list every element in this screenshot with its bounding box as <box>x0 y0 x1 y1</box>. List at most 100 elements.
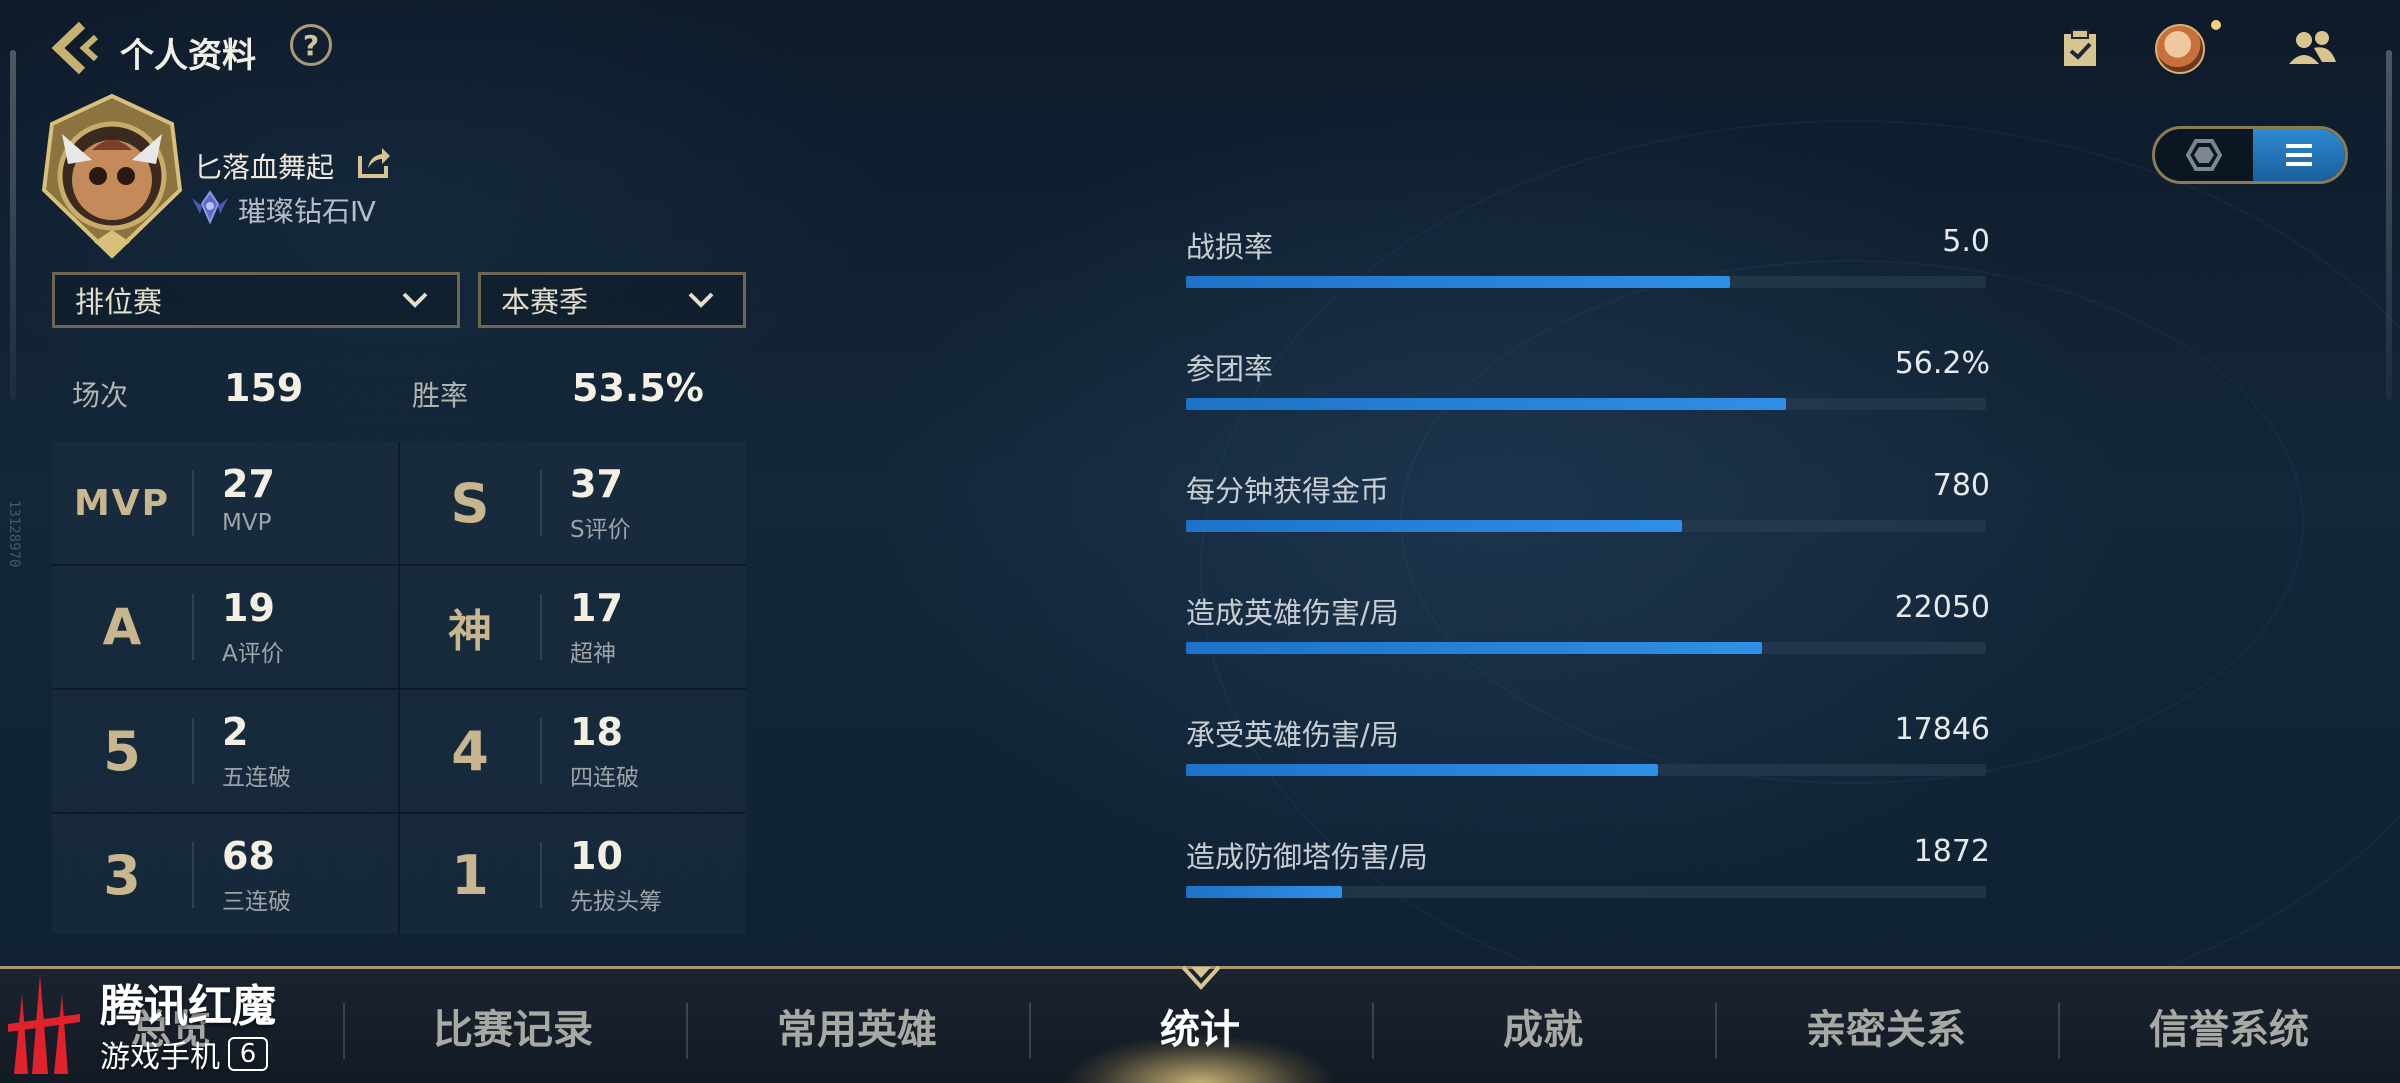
a-rating-badge-icon: A <box>102 598 142 656</box>
stat-value: 17 <box>570 586 623 630</box>
metric-value: 1872 <box>1913 834 1990 869</box>
stat-value: 10 <box>570 834 623 878</box>
share-icon <box>358 148 390 178</box>
list-view-button[interactable] <box>2253 129 2345 181</box>
view-mode-toggle[interactable] <box>2152 126 2348 184</box>
cell-divider <box>192 470 194 536</box>
stat-cell-mvp: MVP 27 MVP <box>52 442 398 564</box>
back-arrow-icon <box>51 21 99 75</box>
stat-cell-godlike: 神 17 超神 <box>400 566 746 688</box>
tab-intimacy[interactable]: 亲密关系 <box>1715 969 2057 1083</box>
hexagon-icon <box>2186 139 2222 171</box>
mode-dropdown[interactable]: 排位赛 <box>52 272 460 328</box>
metric-bar-track <box>1186 520 1986 532</box>
stat-value: 19 <box>222 586 275 630</box>
stat-cell-quadra-kill: 4 18 四连破 <box>400 690 746 812</box>
stat-label: 四连破 <box>570 765 639 791</box>
metric-gold-per-minute: 每分钟获得金币 780 <box>1186 468 1990 548</box>
metric-hero-damage-dealt: 造成英雄伤害/局 22050 <box>1186 590 1990 670</box>
side-id-text: 13128970 <box>6 500 22 568</box>
matches-value: 159 <box>224 366 304 410</box>
stat-label: 五连破 <box>222 765 291 791</box>
right-edge-handle <box>2386 50 2392 400</box>
player-name: 匕落血舞起 <box>194 151 335 184</box>
stat-label: 三连破 <box>222 889 291 915</box>
stat-cell-triple-kill: 3 68 三连破 <box>52 814 398 936</box>
cell-divider <box>540 842 542 908</box>
stat-value: 27 <box>222 462 275 506</box>
penta-kill-badge-icon: 5 <box>103 719 141 783</box>
stat-label: 先拔头筹 <box>570 889 662 915</box>
friends-button[interactable] <box>2286 22 2338 74</box>
stat-cell-a-rating: A 19 A评价 <box>52 566 398 688</box>
stat-label: MVP <box>222 510 272 536</box>
tab-frequent-heroes[interactable]: 常用英雄 <box>686 969 1028 1083</box>
metric-label: 造成防御塔伤害/局 <box>1186 840 1428 874</box>
s-rating-badge-icon: S <box>450 471 490 535</box>
metric-bar-fill <box>1186 520 1682 532</box>
metric-teamfight-rate: 参团率 56.2% <box>1186 346 1990 426</box>
notification-dot <box>2211 20 2221 30</box>
metric-bar-track <box>1186 764 1986 776</box>
stat-cell-s-rating: S 37 S评价 <box>400 442 746 564</box>
winrate-label: 胜率 <box>412 379 469 412</box>
metric-bar-fill <box>1186 398 1786 410</box>
watermark-subtitle: 游戏手机 6 <box>100 1032 268 1076</box>
friends-icon <box>2289 31 2336 64</box>
cell-divider <box>192 594 194 660</box>
mvp-badge-icon: MVP <box>73 482 171 524</box>
godlike-badge-icon: 神 <box>448 606 492 657</box>
tab-match-history[interactable]: 比赛记录 <box>342 969 684 1083</box>
stat-cell-first-blood: 1 10 先拔头筹 <box>400 814 746 936</box>
mode-dropdown-value: 排位赛 <box>75 285 163 319</box>
back-button[interactable] <box>46 18 104 78</box>
metric-label: 参团率 <box>1186 352 1274 386</box>
stat-label: S评价 <box>570 517 631 543</box>
user-avatar[interactable] <box>2155 24 2205 74</box>
season-dropdown[interactable]: 本赛季 <box>478 272 746 328</box>
metric-bar-track <box>1186 642 1986 654</box>
chevron-down-icon <box>688 292 714 308</box>
watermark-badge: 6 <box>228 1037 268 1071</box>
bottom-nav: 总览 比赛记录 常用英雄 统计 成就 亲密关系 信誉系统 <box>0 965 2400 1083</box>
tab-credit-system[interactable]: 信誉系统 <box>2058 969 2400 1083</box>
stat-cell-penta-kill: 5 2 五连破 <box>52 690 398 812</box>
metric-bar-fill <box>1186 764 1658 776</box>
quadra-kill-badge-icon: 4 <box>451 719 489 783</box>
watermark-subtitle-text: 游戏手机 <box>100 1040 220 1075</box>
season-dropdown-value: 本赛季 <box>501 285 589 319</box>
metric-label: 承受英雄伤害/局 <box>1186 718 1399 752</box>
chevron-down-icon <box>402 292 428 308</box>
metric-tower-damage: 造成防御塔伤害/局 1872 <box>1186 834 1990 914</box>
stats-grid: MVP 27 MVP S 37 S评价 A 19 A评价 神 17 超神 5 2… <box>52 442 746 934</box>
red-magic-logo-icon <box>4 964 84 1076</box>
stat-label: 超神 <box>570 641 616 667</box>
cell-divider <box>540 470 542 536</box>
matches-label: 场次 <box>72 379 129 412</box>
metric-bar-fill <box>1186 886 1342 898</box>
stat-value: 2 <box>222 710 249 754</box>
rank-title: 璀璨钻石Ⅳ <box>238 195 376 228</box>
tab-achievements[interactable]: 成就 <box>1372 969 1714 1083</box>
cell-divider <box>540 718 542 784</box>
radar-view-button[interactable] <box>2155 129 2253 181</box>
task-button[interactable] <box>2054 22 2106 74</box>
cell-divider <box>192 842 194 908</box>
diamond-rank-icon <box>188 188 232 228</box>
triple-kill-badge-icon: 3 <box>103 843 141 907</box>
metric-bar-track <box>1186 886 1986 898</box>
share-button[interactable] <box>356 144 392 180</box>
cell-divider <box>192 718 194 784</box>
metric-death-ratio: 战损率 5.0 <box>1186 224 1990 304</box>
help-button[interactable]: ? <box>290 24 332 66</box>
metric-label: 每分钟获得金币 <box>1186 474 1390 508</box>
metric-bar-fill <box>1186 276 1730 288</box>
metric-label: 造成英雄伤害/局 <box>1186 596 1399 630</box>
list-icon <box>2286 144 2312 166</box>
stat-value: 18 <box>570 710 623 754</box>
stat-value: 37 <box>570 462 623 506</box>
metric-hero-damage-taken: 承受英雄伤害/局 17846 <box>1186 712 1990 792</box>
metric-value: 17846 <box>1894 712 1990 747</box>
rank-emblem-avatar[interactable] <box>32 90 192 260</box>
tab-statistics[interactable]: 统计 <box>1029 969 1371 1083</box>
